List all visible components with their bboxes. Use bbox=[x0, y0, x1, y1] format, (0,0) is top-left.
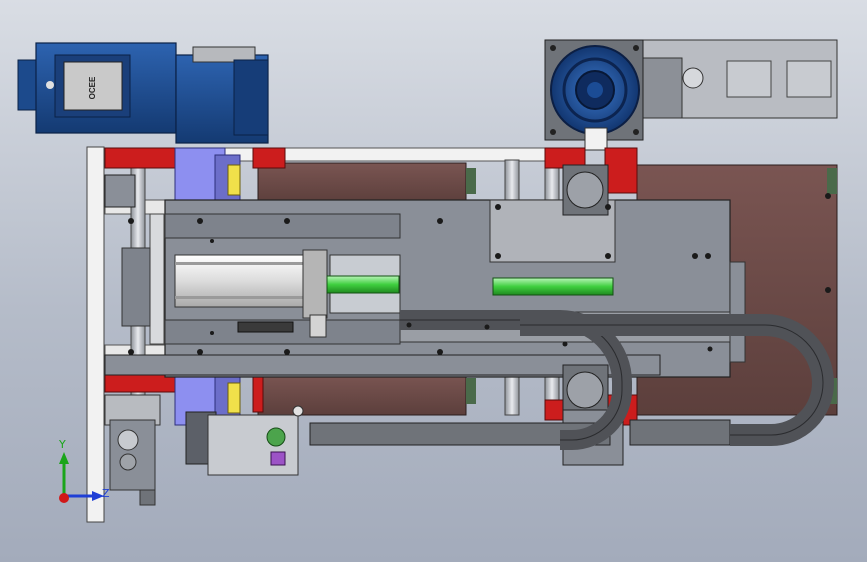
motor-label: OCEE bbox=[88, 76, 97, 99]
assembly-drawing: OCEE Y Z bbox=[17, 39, 838, 523]
cad-viewport[interactable]: OCEE Y Z bbox=[0, 0, 867, 562]
x-axis-dot bbox=[59, 493, 69, 503]
gear-motor: OCEE bbox=[17, 42, 269, 144]
bottom-bar bbox=[309, 419, 731, 446]
y-axis-label: Y bbox=[58, 438, 66, 451]
z-axis-label: Z bbox=[102, 487, 110, 500]
top-gearbox-housing bbox=[544, 39, 838, 151]
